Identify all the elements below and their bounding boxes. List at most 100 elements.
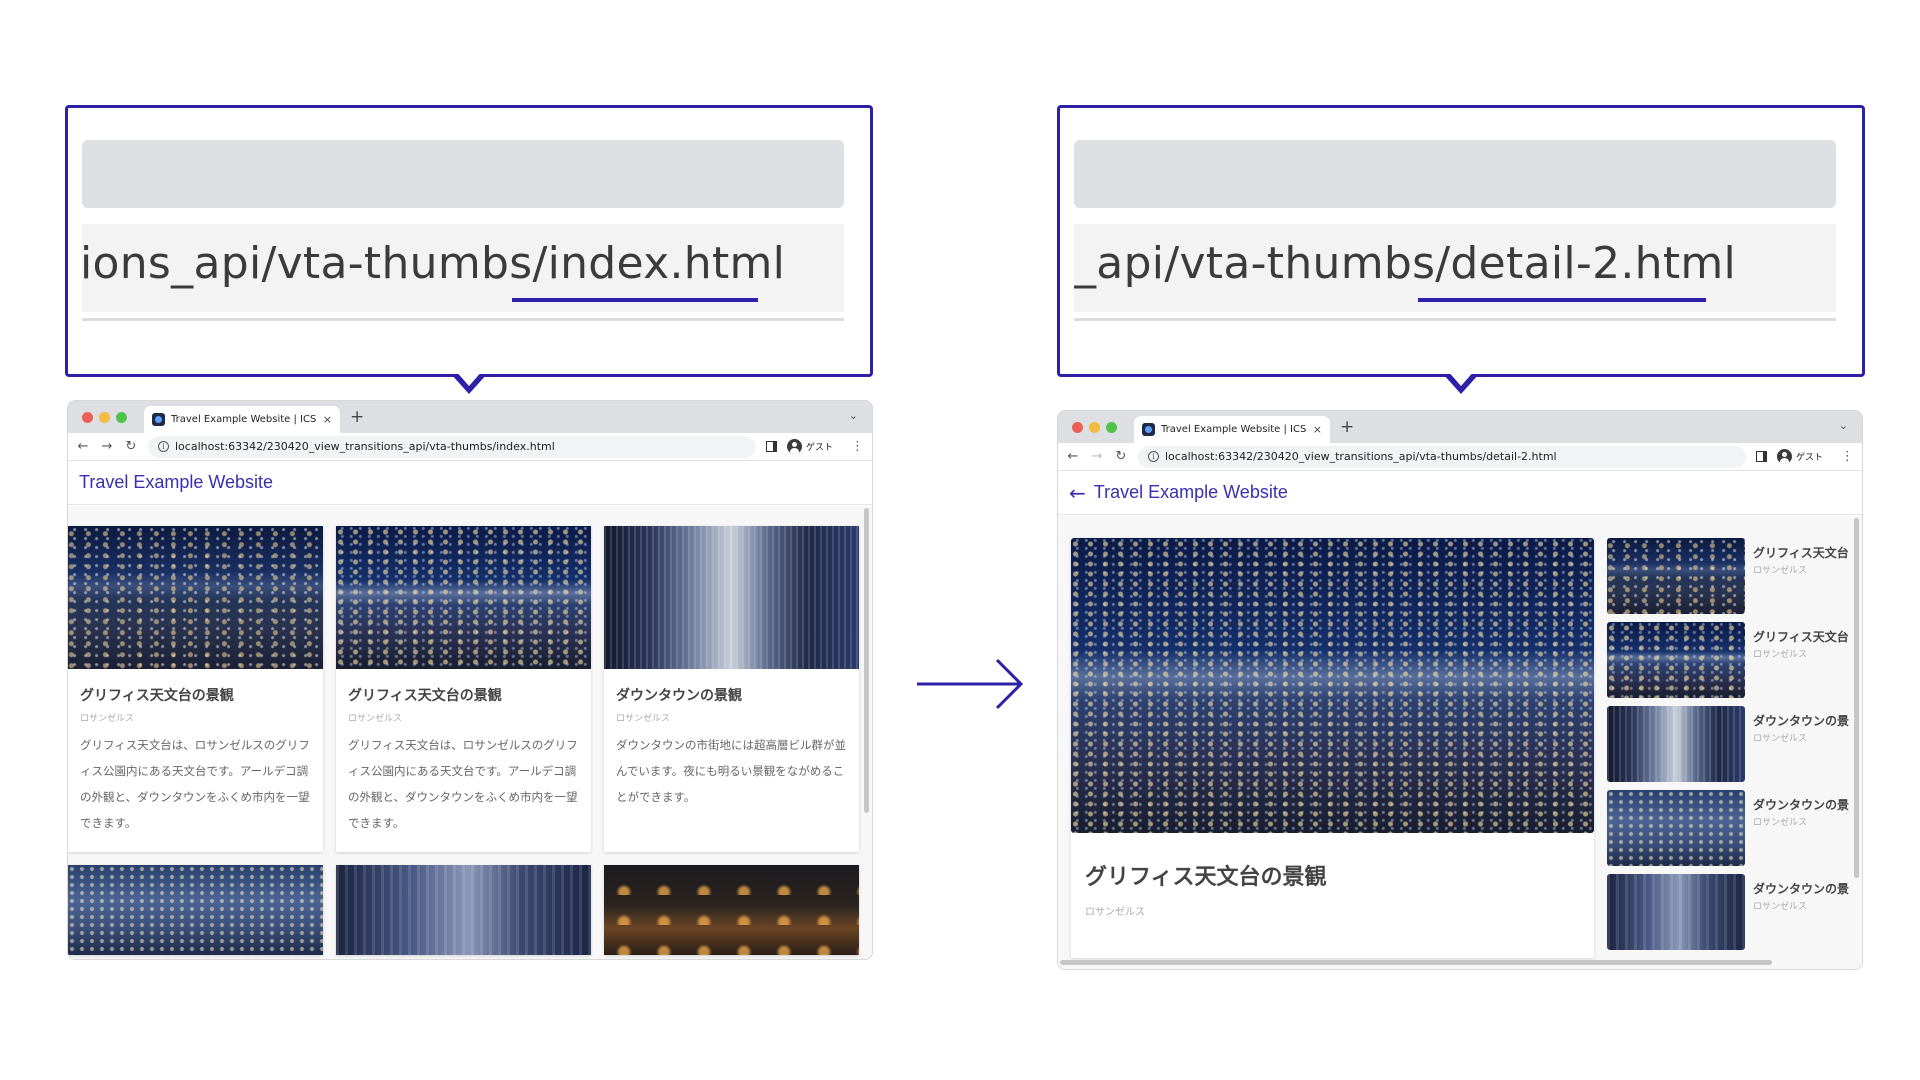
zoom-window-button[interactable] <box>1106 422 1117 433</box>
destination-card[interactable]: ダウンタウンの景観 ロサンゼルス ダウンタウンの市街地には超高層ビル群が並んでい… <box>604 526 859 852</box>
callout-url-zone: ions_api/vta-thumbs/index.html <box>82 224 844 312</box>
destination-card[interactable] <box>604 865 859 955</box>
browser-toolbar: ← → ↻ i localhost:63342/230420_view_tran… <box>1058 443 1862 471</box>
tab-close-icon[interactable]: × <box>323 413 332 426</box>
callout-tab-bar <box>82 140 844 208</box>
address-text: localhost:63342/230420_view_transitions_… <box>1165 450 1557 463</box>
destination-card[interactable] <box>68 865 323 955</box>
address-text: localhost:63342/230420_view_transitions_… <box>175 440 555 453</box>
address-bar[interactable]: i localhost:63342/230420_view_transition… <box>1138 445 1746 468</box>
site-favicon-icon <box>152 413 165 426</box>
zoom-window-button[interactable] <box>116 412 127 423</box>
url-zoom-callout-detail: _api/vta-thumbs/detail-2.html <box>1057 105 1865 394</box>
thumbnail-item[interactable]: グリフィス天文台ロサンゼルス <box>1607 622 1862 698</box>
detail-card: グリフィス天文台の景観 ロサンゼルス <box>1071 538 1594 958</box>
callout-pointer <box>1443 370 1479 394</box>
card-photo <box>604 526 859 669</box>
site-info-icon[interactable]: i <box>1148 451 1159 462</box>
profile-button[interactable]: ゲスト <box>786 439 841 454</box>
card-photo <box>604 865 859 955</box>
tab-close-icon[interactable]: × <box>1313 423 1322 436</box>
reload-icon[interactable]: ↻ <box>1114 449 1128 464</box>
vertical-scrollbar[interactable] <box>1854 518 1859 878</box>
card-photo <box>336 865 591 955</box>
thumbnail-photo <box>1607 622 1745 698</box>
card-title: グリフィス天文台の景観 <box>348 688 502 704</box>
minimize-window-button[interactable] <box>99 412 110 423</box>
forward-arrow-icon[interactable]: → <box>100 439 114 454</box>
reload-icon[interactable]: ↻ <box>124 439 138 454</box>
thumbnail-item[interactable]: ダウンタウンの景 ロサンゼルス <box>1607 706 1862 782</box>
browser-toolbar: ← → ↻ i localhost:63342/230420_view_tran… <box>68 433 872 461</box>
site-info-icon[interactable]: i <box>158 441 169 452</box>
side-panel-icon[interactable] <box>765 441 777 452</box>
callout-url-text: ions_api/vta-thumbs/index.html <box>82 238 786 289</box>
browser-window-detail: Travel Example Website | ICS × + ⌄ ← → ↻… <box>1057 410 1863 970</box>
thumbnail-location: ロサンゼルス <box>1753 650 1808 660</box>
tab-title: Travel Example Website | ICS <box>171 414 317 425</box>
vertical-scrollbar[interactable] <box>864 508 869 813</box>
card-location: ロサンゼルス <box>616 714 671 724</box>
tab-search-chevron-icon[interactable]: ⌄ <box>1839 419 1848 432</box>
callout-pointer <box>451 370 487 394</box>
page-content: グリフィス天文台の景観 ロサンゼルス グリフィス天文台 ロサンゼルス グリフィス天… <box>1058 516 1862 969</box>
thumbnail-item[interactable]: グリフィス天文台ロサンゼルス <box>1607 538 1862 614</box>
callout-url-zone: _api/vta-thumbs/detail-2.html <box>1074 224 1836 312</box>
horizontal-scrollbar[interactable] <box>1060 960 1772 965</box>
thumbnail-item[interactable]: ダウンタウンの景 ロサンゼルス <box>1607 874 1862 950</box>
thumbnail-title: グリフィス天文台 <box>1753 546 1849 560</box>
thumbnail-list: グリフィス天文台 ロサンゼルス グリフィス天文台 ロサンゼルス ダウンタウンの景 ロサ… <box>1607 538 1862 958</box>
card-description: ダウンタウンの市街地には超高層ビル群が並んでいます。夜にも明るい景観をながめるこ… <box>616 738 846 804</box>
thumbnail-item[interactable]: ダウンタウンの景 ロサンゼルス <box>1607 790 1862 866</box>
tab-title: Travel Example Website | ICS <box>1161 424 1307 435</box>
card-photo <box>336 526 591 669</box>
browser-tab[interactable]: Travel Example Website | ICS × <box>144 406 340 433</box>
minimize-window-button[interactable] <box>1089 422 1100 433</box>
detail-title: グリフィス天文台の景観 <box>1085 865 1327 890</box>
detail-hero-photo <box>1071 538 1594 833</box>
right-arrow-icon <box>917 658 1024 710</box>
browser-window-index: Travel Example Website | ICS × + ⌄ ← → ↻… <box>67 400 873 960</box>
site-title-link[interactable]: Travel Example Website <box>79 472 273 493</box>
back-link-icon[interactable]: ← <box>1069 481 1086 505</box>
guest-avatar-icon <box>786 439 802 454</box>
browser-tab[interactable]: Travel Example Website | ICS × <box>1134 416 1330 443</box>
card-photo <box>68 526 323 669</box>
address-bar[interactable]: i localhost:63342/230420_view_transition… <box>148 435 756 458</box>
thumbnail-location: ロサンゼルス <box>1753 566 1808 576</box>
forward-arrow-icon[interactable]: → <box>1090 449 1104 464</box>
tab-strip: Travel Example Website | ICS × + ⌄ <box>1058 411 1862 443</box>
thumbnail-title: グリフィス天文台 <box>1753 630 1849 644</box>
card-title: グリフィス天文台の景観 <box>80 688 234 704</box>
site-title-link[interactable]: Travel Example Website <box>1094 482 1288 503</box>
thumbnail-location: ロサンゼルス <box>1753 818 1808 828</box>
site-favicon-icon <box>1142 423 1155 436</box>
site-header: ← Travel Example Website <box>1058 471 1862 515</box>
window-controls <box>82 412 127 423</box>
card-description: グリフィス天文台は、ロサンゼルスのグリフィス公園内にある天文台です。アールデコ調… <box>348 738 578 830</box>
profile-button[interactable]: ゲスト <box>1776 449 1831 464</box>
thumbnail-title: ダウンタウンの景 <box>1753 882 1850 896</box>
destination-card[interactable] <box>336 865 591 955</box>
destination-card[interactable]: グリフィス天文台の景観 ロサンゼルス グリフィス天文台は、ロサンゼルスのグリフィ… <box>336 526 591 852</box>
thumbnail-photo <box>1607 790 1745 866</box>
detail-location: ロサンゼルス <box>1085 907 1145 918</box>
back-arrow-icon[interactable]: ← <box>1066 449 1080 464</box>
more-menu-icon[interactable]: ⋮ <box>1841 449 1854 464</box>
tab-strip: Travel Example Website | ICS × + ⌄ <box>68 401 872 433</box>
new-tab-icon[interactable]: + <box>1340 417 1354 437</box>
thumbnail-location: ロサンゼルス <box>1753 734 1808 744</box>
close-window-button[interactable] <box>1072 422 1083 433</box>
profile-label: ゲスト <box>805 443 833 453</box>
thumbnail-photo <box>1607 706 1745 782</box>
tab-search-chevron-icon[interactable]: ⌄ <box>849 409 858 422</box>
callout-divider <box>1074 318 1836 321</box>
back-arrow-icon[interactable]: ← <box>76 439 90 454</box>
destination-card[interactable]: グリフィス天文台の景観 ロサンゼルス グリフィス天文台は、ロサンゼルスのグリフィ… <box>68 526 323 852</box>
more-menu-icon[interactable]: ⋮ <box>851 439 864 454</box>
new-tab-icon[interactable]: + <box>350 407 364 427</box>
callout-url-underline <box>512 298 758 302</box>
close-window-button[interactable] <box>82 412 93 423</box>
side-panel-icon[interactable] <box>1755 451 1767 462</box>
window-controls <box>1072 422 1117 433</box>
